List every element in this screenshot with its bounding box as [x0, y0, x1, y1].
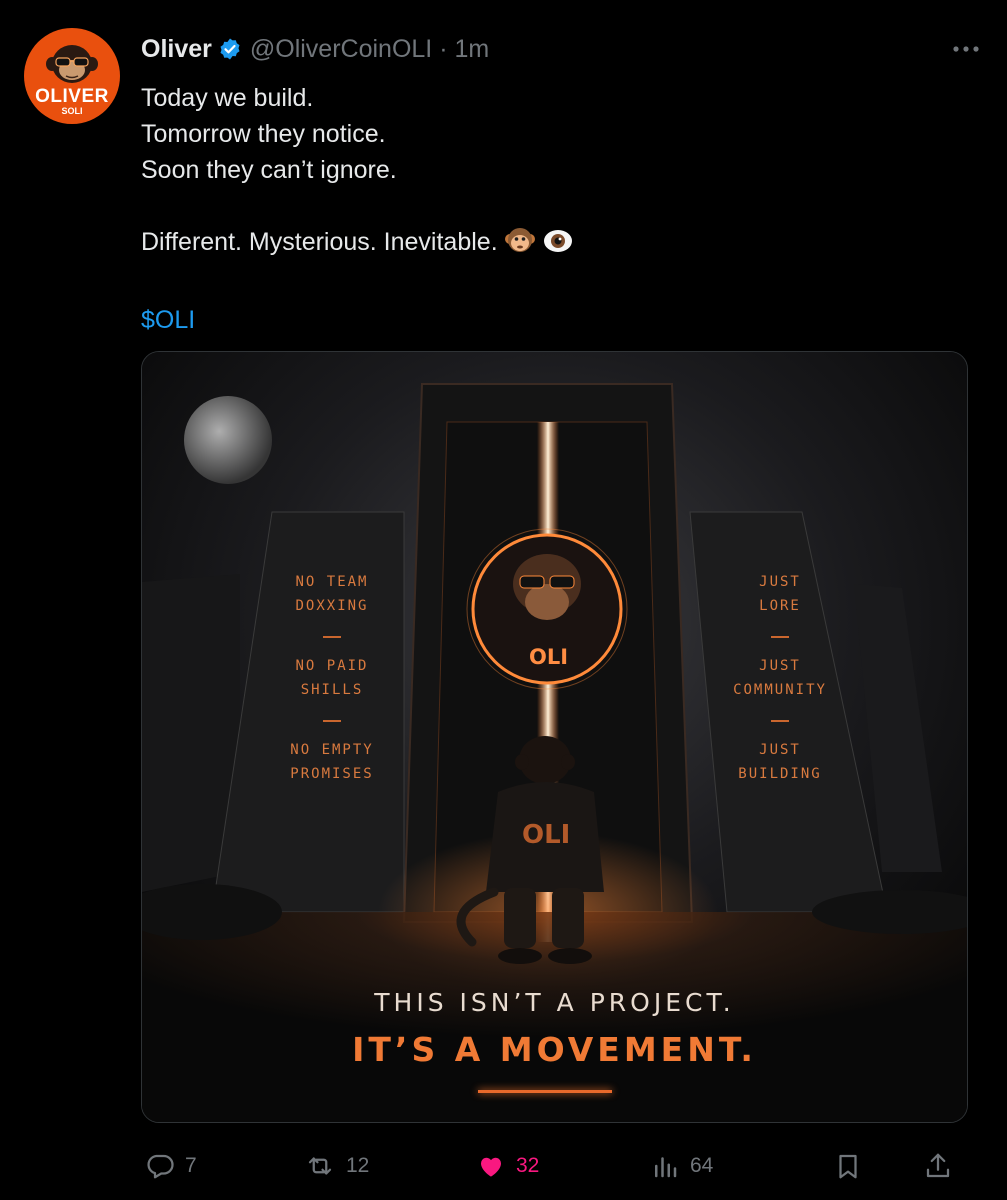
- views-chart-icon: [655, 1157, 677, 1178]
- post-line: Different. Mysterious. Inevitable.: [141, 228, 498, 256]
- repost-count: 12: [346, 1154, 370, 1177]
- pillar-line: NO EMPTY: [290, 742, 374, 758]
- pillar-line: BUILDING: [738, 766, 822, 782]
- verified-badge-icon: [218, 37, 242, 61]
- pillar-line: JUST: [759, 658, 801, 674]
- avatar-sub-text: SOLI: [61, 106, 83, 116]
- author-handle[interactable]: @OliverCoinOLI: [250, 35, 432, 64]
- author-avatar[interactable]: OLIVER SOLI: [24, 28, 120, 124]
- pillar-line: PROMISES: [290, 766, 374, 782]
- bookmark-icon: [839, 1154, 857, 1179]
- more-options-button[interactable]: [946, 36, 986, 62]
- post-text: Today we build. Tomorrow they notice. So…: [141, 80, 574, 338]
- repost-icon: [308, 1157, 332, 1175]
- headline-underline: [478, 1090, 612, 1093]
- like-count: 32: [516, 1154, 540, 1177]
- left-pillar-text: NO TEAM DOXXING NO PAID SHILLS NO EMPTY …: [257, 570, 407, 786]
- post-line-with-emoji: Different. Mysterious. Inevitable.: [141, 224, 574, 266]
- hoodie-oli-text: OLI: [522, 820, 571, 850]
- avatar-brand-text: OLIVER: [35, 86, 109, 107]
- share-icon: [926, 1153, 950, 1178]
- bookmark-button[interactable]: [833, 1146, 863, 1186]
- pillar-line: NO TEAM: [295, 574, 369, 590]
- more-dots-icon: [953, 46, 979, 52]
- pillar-divider: [323, 636, 341, 638]
- post-header: Oliver @OliverCoinOLI · 1m: [141, 32, 489, 66]
- reply-count: 7: [185, 1154, 197, 1177]
- pillar-line: LORE: [759, 598, 801, 614]
- headline-primary: THIS ISN’T A PROJECT.: [374, 988, 735, 1017]
- reply-icon: [147, 1154, 174, 1179]
- share-button[interactable]: [923, 1146, 953, 1186]
- post-timestamp[interactable]: 1m: [454, 35, 489, 64]
- pillar-divider: [771, 636, 789, 638]
- repost-button[interactable]: 12: [304, 1146, 369, 1186]
- pillar-line: NO PAID: [295, 658, 369, 674]
- pillar-line: SHILLS: [300, 682, 364, 698]
- post-action-bar: 7 12 32 64: [141, 1146, 966, 1186]
- pillar-line: JUST: [759, 742, 801, 758]
- pillar-line: COMMUNITY: [733, 682, 827, 698]
- pillar-line: JUST: [759, 574, 801, 590]
- pillar-line: DOXXING: [295, 598, 369, 614]
- cashtag-link[interactable]: $OLI: [141, 302, 574, 338]
- separator-dot: ·: [432, 34, 455, 63]
- post-media-image[interactable]: NO TEAM DOXXING NO PAID SHILLS NO EMPTY …: [141, 351, 968, 1123]
- pillar-divider: [771, 720, 789, 722]
- views-button[interactable]: 64: [650, 1146, 713, 1186]
- eye-icon: [542, 226, 574, 266]
- post-line: Soon they can’t ignore.: [141, 156, 397, 184]
- views-count: 64: [690, 1154, 714, 1177]
- post-line-blank: [141, 266, 574, 302]
- post-line: Today we build.: [141, 84, 314, 112]
- post-line-blank: [141, 188, 574, 224]
- author-name[interactable]: Oliver: [141, 35, 212, 64]
- badge-oli-text: OLI: [529, 645, 569, 669]
- reply-button[interactable]: 7: [145, 1146, 197, 1186]
- like-button[interactable]: 32: [476, 1146, 539, 1186]
- heart-filled-icon: [480, 1157, 502, 1177]
- monkey-face-icon: [504, 226, 536, 266]
- post-line: Tomorrow they notice.: [141, 120, 386, 148]
- right-pillar-text: JUST LORE JUST COMMUNITY JUST BUILDING: [705, 570, 855, 786]
- pillar-divider: [323, 720, 341, 722]
- headline-secondary: IT’S A MOVEMENT.: [352, 1030, 757, 1069]
